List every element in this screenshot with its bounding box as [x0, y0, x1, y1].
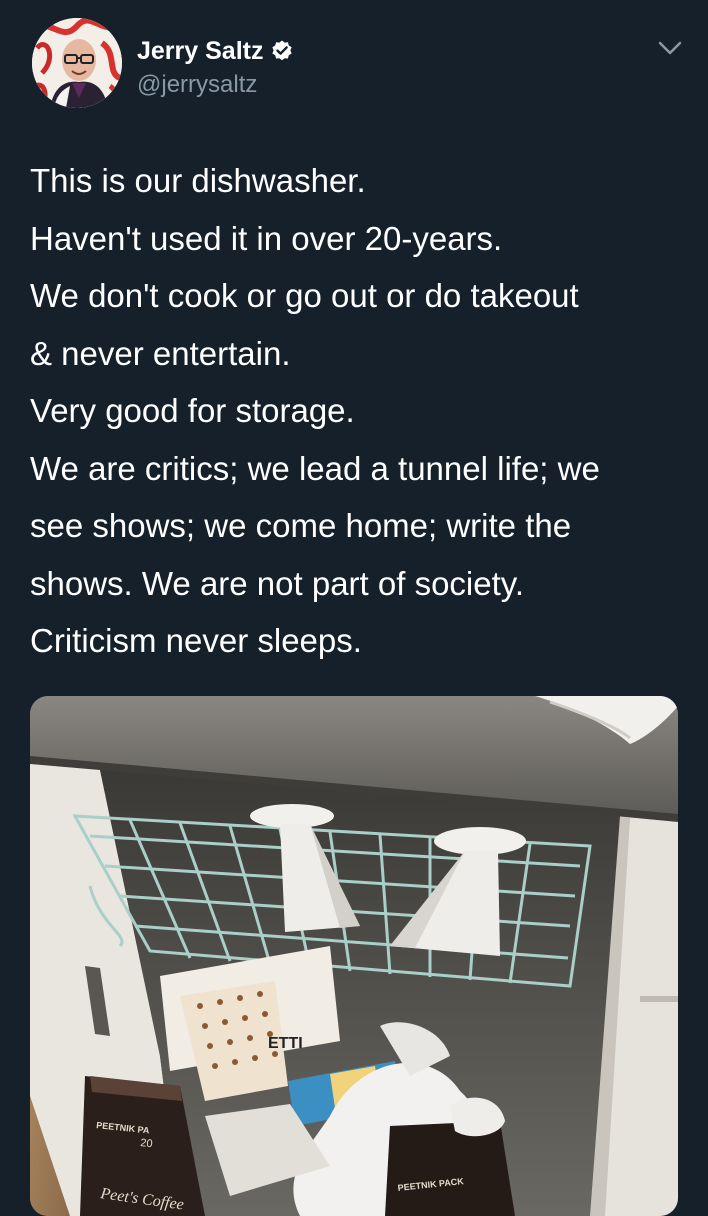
dishwasher-photo: ETTI PEETNIK PA 20 Peet's Coffee PEETNIK… [30, 696, 678, 1216]
author-display-name[interactable]: Jerry Saltz [137, 36, 263, 66]
box-brand-label: ETTI [268, 1035, 303, 1052]
tweet-line: We don't cook or go out or do takeout [30, 277, 579, 314]
verified-badge-icon [272, 40, 293, 61]
profile-photo [32, 18, 122, 108]
tweet-line: We are critics; we lead a tunnel life; w… [30, 449, 600, 487]
author-name-row[interactable]: Jerry Saltz [137, 36, 294, 66]
avatar[interactable] [32, 18, 122, 108]
tweet-line: see shows; we come home; write the [30, 507, 572, 544]
bag-number-label: 20 [140, 1137, 153, 1150]
tweet-photo[interactable]: ETTI PEETNIK PA 20 Peet's Coffee PEETNIK… [30, 696, 678, 1216]
tweet-text: This is our dishwasher. Haven't used it … [30, 152, 690, 670]
tweet-line: & never entertain. [30, 334, 291, 372]
author-handle[interactable]: @jerrysaltz [137, 70, 257, 100]
tweet-line: shows. We are not part of society. [30, 564, 525, 602]
tweet-line: Very good for storage. [30, 392, 355, 429]
tweet-line: Haven't used it in over 20-years. [30, 219, 503, 257]
tweet-line: This is our dishwasher. [30, 162, 366, 199]
chevron-down-icon[interactable] [655, 36, 685, 60]
tweet-line: Criticism never sleeps. [30, 622, 362, 659]
